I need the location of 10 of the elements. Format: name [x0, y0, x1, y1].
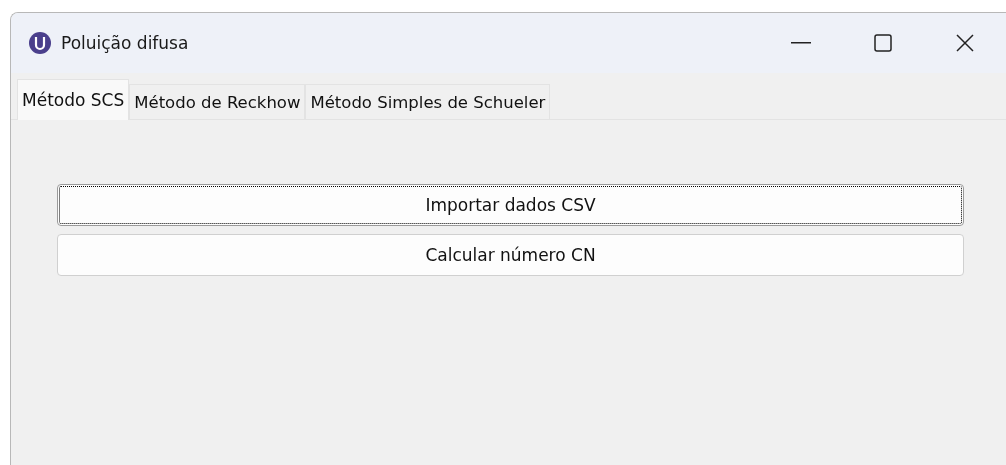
- tab[interactable]: Método de Reckhow: [129, 84, 306, 119]
- tab[interactable]: Método SCS: [17, 79, 130, 120]
- minimize-icon: [791, 42, 811, 44]
- maximize-icon: [874, 34, 892, 52]
- tab[interactable]: Método Simples de Schueler: [305, 84, 551, 119]
- close-icon: [956, 34, 974, 52]
- action-button[interactable]: Importar dados CSV: [57, 184, 964, 226]
- app-logo-icon: [29, 32, 51, 54]
- action-button[interactable]: Calcular número CN: [57, 234, 964, 276]
- window-title: Poluição difusa: [61, 33, 190, 53]
